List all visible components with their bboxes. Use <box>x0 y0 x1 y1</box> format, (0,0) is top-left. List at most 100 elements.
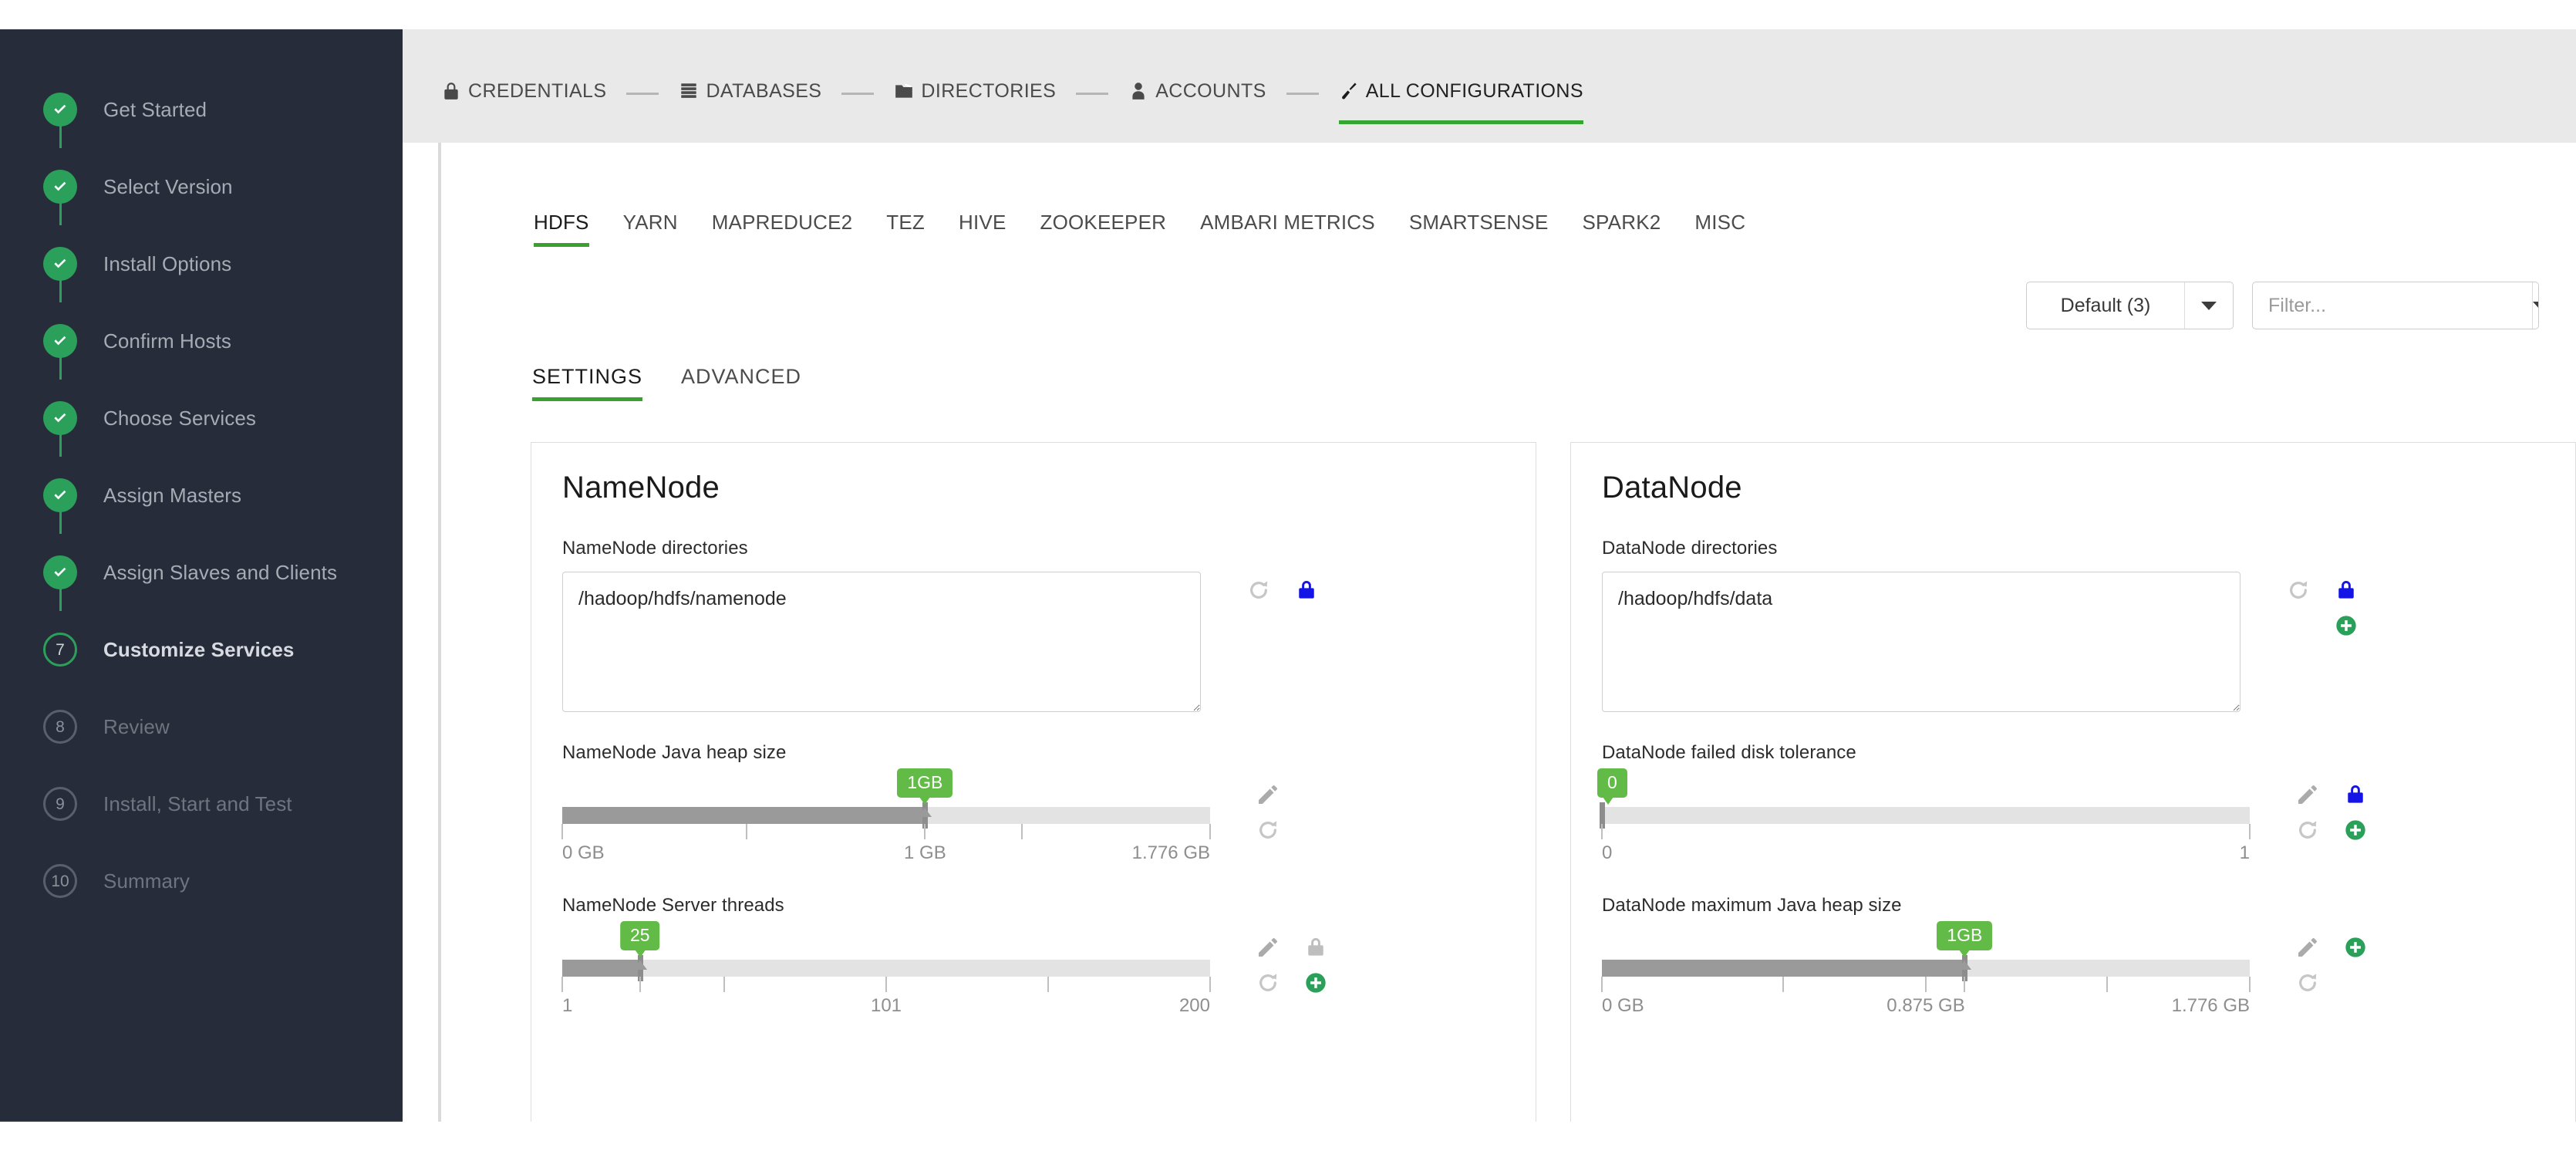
wizard-step-review[interactable]: 8 Review <box>0 688 403 765</box>
wizard-step-marker: 8 <box>43 710 77 744</box>
settings-tab-settings[interactable]: SETTINGS <box>532 365 643 401</box>
wizard-step-label: Install, Start and Test <box>103 792 292 815</box>
wizard-step-label: Choose Services <box>103 406 257 430</box>
lock-gray-icon[interactable] <box>1303 935 1328 960</box>
topnav-item-accounts[interactable]: ACCOUNTS <box>1128 72 1266 115</box>
slider-axis-label: 200 <box>1178 995 1210 1016</box>
wizard-step-install-options[interactable]: Install Options <box>0 225 403 302</box>
slider[interactable]: 25 1 101 200 <box>561 921 1211 1021</box>
wizard-step-label: Assign Masters <box>103 483 242 507</box>
plus-green-icon[interactable] <box>2334 613 2359 638</box>
action-column-edit <box>1235 578 1283 603</box>
config-panel-datanode: DataNode DataNode directories DataNode fai… <box>1570 442 2576 1136</box>
lock-blue-icon[interactable] <box>1294 578 1319 603</box>
slider-track[interactable]: 0 <box>1597 768 2250 829</box>
config-property-actions <box>2284 929 2379 995</box>
topnav-item-label: ALL CONFIGURATIONS <box>1365 79 1583 102</box>
slider-tick <box>2249 977 2251 992</box>
service-tab-mapreduce2[interactable]: MAPREDUCE2 <box>712 211 853 247</box>
wizard-step-summary[interactable]: 10 Summary <box>0 842 403 920</box>
service-tab-misc[interactable]: MISC <box>1694 211 1745 247</box>
service-tab-yarn[interactable]: YARN <box>623 211 678 247</box>
wizard-step-assign-slaves-and-clients[interactable]: Assign Slaves and Clients <box>0 534 403 611</box>
topnav-item-all-configurations[interactable]: ALL CONFIGURATIONS <box>1338 72 1583 124</box>
topnav-item-directories[interactable]: DIRECTORIES <box>894 72 1056 115</box>
wizard-step-customize-services[interactable]: 7 Customize Services <box>0 611 403 688</box>
wizard-step-select-version[interactable]: Select Version <box>0 148 403 225</box>
slider-track[interactable]: 1GB <box>1602 921 2250 981</box>
undo-icon[interactable] <box>1246 578 1271 603</box>
slider-ticks <box>561 808 1211 839</box>
wizard-step-confirm-hosts[interactable]: Confirm Hosts <box>0 302 403 380</box>
undo-icon[interactable] <box>1256 818 1280 842</box>
check-icon <box>54 413 66 423</box>
undo-icon[interactable] <box>2295 970 2320 995</box>
directories-textarea[interactable] <box>562 572 1201 712</box>
topnav-item-credentials[interactable]: CREDENTIALS <box>441 72 606 115</box>
config-property-body: 1GB 0 GB 0.875 GB 1.776 GB <box>1601 921 2544 1021</box>
wizard-step-assign-masters[interactable]: Assign Masters <box>0 457 403 534</box>
wizard-step-label: Get Started <box>103 97 207 121</box>
slider-track[interactable]: 25 <box>562 921 1210 981</box>
service-tab-spark2[interactable]: SPARK2 <box>1583 211 1661 247</box>
topnav-separator <box>626 92 659 95</box>
plus-green-icon[interactable] <box>2343 818 2368 842</box>
filter-caret[interactable] <box>2532 282 2538 329</box>
filter-input[interactable] <box>2253 282 2532 329</box>
edit-icon[interactable] <box>2295 935 2320 960</box>
slider-axis-label: 1 GB <box>904 842 946 863</box>
config-group-caret[interactable] <box>2184 282 2233 329</box>
config-property: NameNode directories <box>562 538 1505 716</box>
config-property-body: 001 <box>1597 768 2544 869</box>
wizard-step-get-started[interactable]: Get Started <box>0 71 403 148</box>
service-tab-hive[interactable]: HIVE <box>959 211 1006 247</box>
wizard-step-label: Review <box>103 714 170 738</box>
filter-control[interactable] <box>2252 282 2539 329</box>
lock-blue-icon[interactable] <box>2343 782 2368 807</box>
service-tab-tez[interactable]: TEZ <box>886 211 925 247</box>
wizard-step-marker <box>43 324 77 358</box>
edit-icon[interactable] <box>2295 782 2320 807</box>
service-tab-ambari-metrics[interactable]: AMBARI METRICS <box>1200 211 1375 247</box>
wizard-step-label: Select Version <box>103 174 233 198</box>
service-tab-label: YARN <box>622 211 678 234</box>
chevron-down-icon <box>2533 301 2538 310</box>
service-tab-label: AMBARI METRICS <box>1200 211 1375 234</box>
service-tab-hdfs[interactable]: HDFS <box>534 211 589 247</box>
config-property-control <box>1602 572 2241 716</box>
wizard-step-install-start-and-test[interactable]: 9 Install, Start and Test <box>0 765 403 842</box>
slider-tick <box>723 977 725 992</box>
undo-icon[interactable] <box>2286 578 2311 603</box>
directories-textarea[interactable] <box>1602 572 2241 712</box>
edit-icon[interactable] <box>1256 935 1280 960</box>
wizard-step-marker <box>43 170 77 204</box>
service-tab-smartsense[interactable]: SMARTSENSE <box>1409 211 1549 247</box>
slider-tick <box>561 977 563 992</box>
config-group-label: Default (3) <box>2060 294 2151 316</box>
settings-tab-advanced[interactable]: ADVANCED <box>681 365 801 401</box>
settings-tab-bar: SETTINGS ADVANCED <box>532 365 840 401</box>
wizard-step-choose-services[interactable]: Choose Services <box>0 380 403 457</box>
topnav-active-underline <box>1338 120 1583 124</box>
slider-track[interactable]: 1GB <box>562 768 1210 829</box>
service-tab-active-underline <box>534 243 589 247</box>
slider[interactable]: 1GB 0 GB 1 GB 1.776 GB <box>561 768 1211 869</box>
service-tab-zookeeper[interactable]: ZOOKEEPER <box>1040 211 1166 247</box>
slider[interactable]: 1GB 0 GB 0.875 GB 1.776 GB <box>1601 921 2251 1021</box>
slider-axis-label: 1 <box>562 995 573 1016</box>
edit-icon[interactable] <box>1256 782 1280 807</box>
topnav-item-databases[interactable]: DATABASES <box>679 72 821 115</box>
undo-icon[interactable] <box>2295 818 2320 842</box>
undo-icon[interactable] <box>1256 970 1280 995</box>
slider[interactable]: 001 <box>1597 768 2251 869</box>
plus-green-icon[interactable] <box>1303 970 1328 995</box>
slider-tick <box>639 977 641 992</box>
slider-tick <box>1964 977 1966 992</box>
slider-fill <box>562 807 926 824</box>
plus-green-icon[interactable] <box>2343 935 2368 960</box>
lock-blue-icon[interactable] <box>2334 578 2359 603</box>
slider-tick <box>1601 824 1603 839</box>
config-property-control: 25 1 101 200 <box>561 921 1211 1021</box>
slider-labels: 0 GB 0.875 GB 1.776 GB <box>1602 995 2250 1021</box>
config-group-select[interactable]: Default (3) <box>2026 282 2234 329</box>
